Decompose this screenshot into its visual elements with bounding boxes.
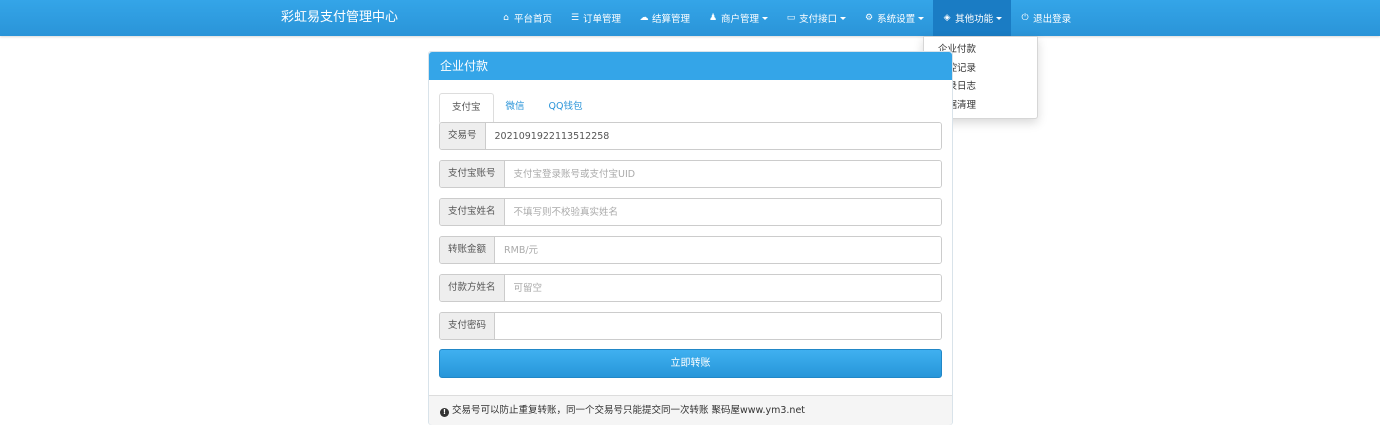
user-icon: ♟ [709,13,718,23]
amount-label: 转账金额 [440,237,496,263]
home-icon: ⌂ [503,13,509,23]
alipay-account-group: 支付宝账号 [439,160,942,188]
caret-down-icon [996,16,1003,20]
tab-qq-wallet[interactable]: QQ钱包 [537,93,595,123]
trade-no-input[interactable] [485,123,941,149]
caret-down-icon [762,16,769,20]
amount-group: 转账金额 [439,236,942,264]
pay-password-group: 支付密码 [439,312,942,340]
nav-system-settings[interactable]: ⚙ 系统设置 [855,0,933,36]
footer-note: 交易号可以防止重复转账，同一个交易号只能提交同一次转账 聚码屋www.ym3.n… [452,405,806,416]
nav-label: 其他功能 [955,14,994,25]
caret-down-icon [840,16,847,20]
payer-name-group: 付款方姓名 [439,274,942,302]
nav-label: 支付接口 [799,14,838,25]
nav-label: 系统设置 [877,14,916,25]
credit-card-icon: ▭ [786,13,796,23]
payment-method-tabs: 支付宝 微信 QQ钱包 [439,93,595,123]
tab-alipay[interactable]: 支付宝 [439,93,494,123]
nav-other-functions[interactable]: ◈ 其他功能 [933,0,1012,36]
brand-title[interactable]: 彩虹易支付管理中心 [281,9,398,27]
payer-name-input[interactable] [504,275,941,301]
cube-icon: ◈ [943,13,951,23]
nav-logout[interactable]: ⏻ 退出登录 [1011,0,1080,36]
nav-label: 商户管理 [721,14,760,25]
trade-no-group: 交易号 [439,122,942,150]
alipay-name-group: 支付宝姓名 [439,198,942,226]
nav-label: 结算管理 [652,14,691,25]
main-nav: ⌂ 平台首页 ☰ 订单管理 ☁ 结算管理 ♟ 商户管理 ▭ 支付接口 ⚙ 系统设… [492,0,1080,36]
list-icon: ☰ [570,13,580,23]
top-navbar: 彩虹易支付管理中心 ⌂ 平台首页 ☰ 订单管理 ☁ 结算管理 ♟ 商户管理 ▭ … [0,0,1380,36]
alipay-name-label: 支付宝姓名 [440,199,505,225]
nav-label: 退出登录 [1033,14,1072,25]
panel-footer: ! 交易号可以防止重复转账，同一个交易号只能提交同一次转账 聚码屋www.ym3.… [429,395,952,425]
nav-label: 平台首页 [514,14,553,25]
power-icon: ⏻ [1021,13,1029,23]
gear-icon: ⚙ [865,13,874,23]
nav-home[interactable]: ⌂ 平台首页 [492,0,561,36]
transfer-now-button[interactable]: 立即转账 [439,349,942,378]
cloud-icon: ☁ [639,13,649,23]
alipay-account-input[interactable] [504,161,941,187]
nav-label: 订单管理 [583,14,622,25]
caret-down-icon [918,16,925,20]
amount-input[interactable] [495,237,941,263]
trade-no-label: 交易号 [440,123,486,149]
alipay-name-input[interactable] [504,199,941,225]
nav-settlement[interactable]: ☁ 结算管理 [630,0,699,36]
payer-name-label: 付款方姓名 [440,275,505,301]
info-circle-icon: ! [440,408,449,417]
nav-orders[interactable]: ☰ 订单管理 [561,0,630,36]
enterprise-payment-panel: 企业付款 支付宝 微信 QQ钱包 交易号 支付宝账号 支付宝姓名 转账金额 付款… [428,51,953,425]
tab-wechat[interactable]: 微信 [494,93,537,123]
pay-password-label: 支付密码 [440,313,496,339]
pay-password-input[interactable] [495,313,941,339]
nav-payment-api[interactable]: ▭ 支付接口 [777,0,855,36]
panel-title: 企业付款 [429,52,952,80]
nav-merchants[interactable]: ♟ 商户管理 [699,0,777,36]
alipay-account-label: 支付宝账号 [440,161,505,187]
